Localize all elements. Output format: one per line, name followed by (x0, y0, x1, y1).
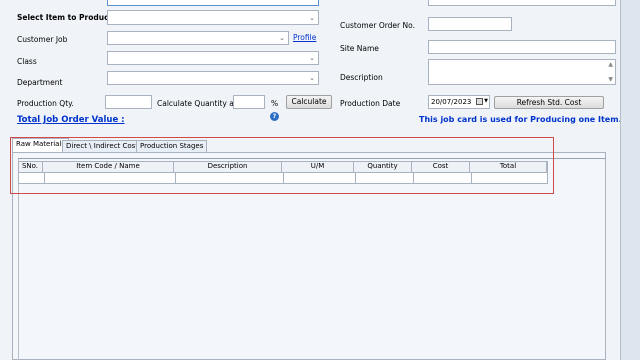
department-label: Department (17, 78, 63, 87)
job-card-note: This job card is used for Producing one … (419, 115, 622, 124)
site-name-label: Site Name (340, 44, 379, 53)
chevron-down-icon: ⌄ (309, 13, 315, 22)
select-item-label: Select Item to Produce (17, 13, 114, 22)
scroll-up-icon[interactable]: ▲ (608, 61, 613, 68)
class-label: Class (17, 57, 37, 66)
scroll-down-icon[interactable]: ▼ (608, 76, 613, 83)
production-date-picker[interactable]: 20/07/2023 ▼ (428, 95, 490, 109)
production-qty-label: Production Qty. (17, 99, 74, 108)
class-combo[interactable]: ⌄ (107, 51, 319, 65)
percent-label: % (271, 99, 279, 108)
info-icon[interactable]: ? (270, 112, 279, 121)
chevron-down-icon: ⌄ (279, 34, 285, 42)
department-combo[interactable]: ⌄ (107, 71, 319, 85)
calendar-icon[interactable] (476, 98, 483, 105)
top-input-left-partial[interactable] (107, 0, 319, 6)
production-qty-input[interactable] (105, 95, 152, 109)
calc-qty-input[interactable] (233, 95, 265, 109)
site-name-input[interactable] (428, 40, 616, 54)
top-input-right-partial[interactable] (428, 0, 616, 6)
calculate-button[interactable]: Calculate (286, 95, 332, 109)
production-date-value: 20/07/2023 (431, 98, 472, 106)
chevron-down-icon: ⌄ (309, 74, 315, 82)
customer-job-combo[interactable]: ⌄ (107, 31, 289, 45)
select-item-combo[interactable]: ⌄ (107, 10, 319, 25)
refresh-std-cost-button[interactable]: Refresh Std. Cost (494, 96, 604, 109)
calc-qty-label: Calculate Quantity as (157, 99, 238, 108)
window-right-edge (620, 0, 640, 360)
highlight-box (10, 137, 554, 194)
chevron-down-icon: ▼ (484, 98, 488, 104)
production-date-label: Production Date (340, 99, 401, 108)
description-label: Description (340, 73, 383, 82)
description-textarea[interactable]: ▲ ▼ (428, 59, 616, 85)
chevron-down-icon: ⌄ (309, 54, 315, 62)
customer-job-label: Customer Job (17, 35, 68, 44)
customer-order-no-label: Customer Order No. (340, 21, 415, 30)
profile-link[interactable]: Profile (293, 33, 316, 42)
customer-order-no-input[interactable] (428, 17, 512, 31)
total-job-order-label: Total Job Order Value : (17, 115, 125, 125)
